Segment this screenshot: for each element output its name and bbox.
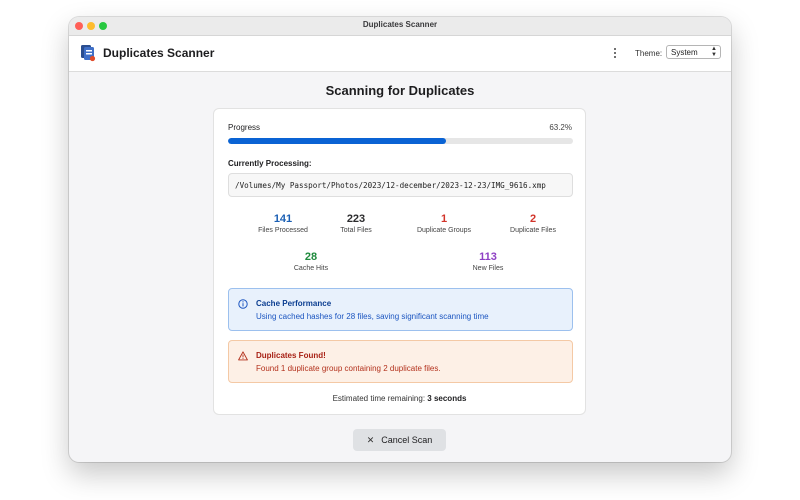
progress-bar-fill xyxy=(228,138,447,144)
app-header: Duplicates Scanner Theme: System ▲ ▼ xyxy=(69,36,731,72)
progress-percent: 63.2% xyxy=(549,123,572,132)
theme-label: Theme: xyxy=(635,49,663,58)
eta-value: 3 seconds xyxy=(427,394,467,403)
progress-label: Progress xyxy=(228,123,261,132)
chevron-up-down-icon: ▲ ▼ xyxy=(711,46,717,58)
alert-title: Cache Performance xyxy=(256,299,332,308)
current-file-path-box: /Volumes/My Passport/Photos/2023/12-dece… xyxy=(228,173,573,197)
stat-label: Cache Hits xyxy=(293,265,329,272)
alert-message: Found 1 duplicate group containing 2 dup… xyxy=(256,364,441,373)
alert-title: Duplicates Found! xyxy=(256,351,326,360)
stat-value: 113 xyxy=(479,251,497,263)
progress-bar xyxy=(228,138,573,144)
stat-label: Duplicate Groups xyxy=(416,227,472,234)
stat-label: Total Files xyxy=(340,227,372,234)
stat-total-files: 223 Total Files xyxy=(311,213,401,234)
theme-select[interactable]: System ▲ ▼ xyxy=(666,45,721,59)
vertical-ellipsis-icon[interactable] xyxy=(610,46,620,60)
info-circle-icon xyxy=(238,299,248,309)
app-logo-icon xyxy=(81,45,96,62)
cancel-scan-button[interactable]: ✕ Cancel Scan xyxy=(353,429,446,451)
title-bar: Duplicates Scanner xyxy=(69,17,731,36)
page-title: Scanning for Duplicates xyxy=(325,83,475,98)
alert-message: Using cached hashes for 28 files, saving… xyxy=(256,312,489,321)
stat-duplicate-groups: 1 Duplicate Groups xyxy=(399,213,489,234)
cache-performance-alert: Cache Performance Using cached hashes fo… xyxy=(228,288,573,331)
current-file-path: /Volumes/My Passport/Photos/2023/12-dece… xyxy=(235,181,546,190)
close-icon: ✕ xyxy=(366,434,375,445)
stat-value: 28 xyxy=(304,251,318,263)
currently-processing-label: Currently Processing: xyxy=(228,159,312,168)
stat-new-files: 113 New Files xyxy=(443,251,533,272)
stat-label: Duplicate Files xyxy=(510,227,556,234)
app-window: Duplicates Scanner Duplicates Scanner Th… xyxy=(69,17,731,462)
warning-triangle-icon xyxy=(238,351,248,361)
app-title: Duplicates Scanner xyxy=(103,46,215,60)
scan-card: Progress 63.2% Currently Processing: /Vo… xyxy=(213,108,586,415)
stat-value: 2 xyxy=(529,213,537,225)
estimated-time: Estimated time remaining: 3 seconds xyxy=(214,394,585,403)
stat-value: 223 xyxy=(346,213,366,225)
eta-label: Estimated time remaining: xyxy=(332,394,426,403)
stat-cache-hits: 28 Cache Hits xyxy=(266,251,356,272)
cancel-scan-label: Cancel Scan xyxy=(381,435,433,445)
theme-select-value: System xyxy=(671,48,698,57)
stat-value: 1 xyxy=(440,213,448,225)
stat-duplicate-files: 2 Duplicate Files xyxy=(488,213,578,234)
stat-label: New Files xyxy=(472,265,504,272)
window-title: Duplicates Scanner xyxy=(362,20,438,29)
duplicates-found-alert: Duplicates Found! Found 1 duplicate grou… xyxy=(228,340,573,383)
